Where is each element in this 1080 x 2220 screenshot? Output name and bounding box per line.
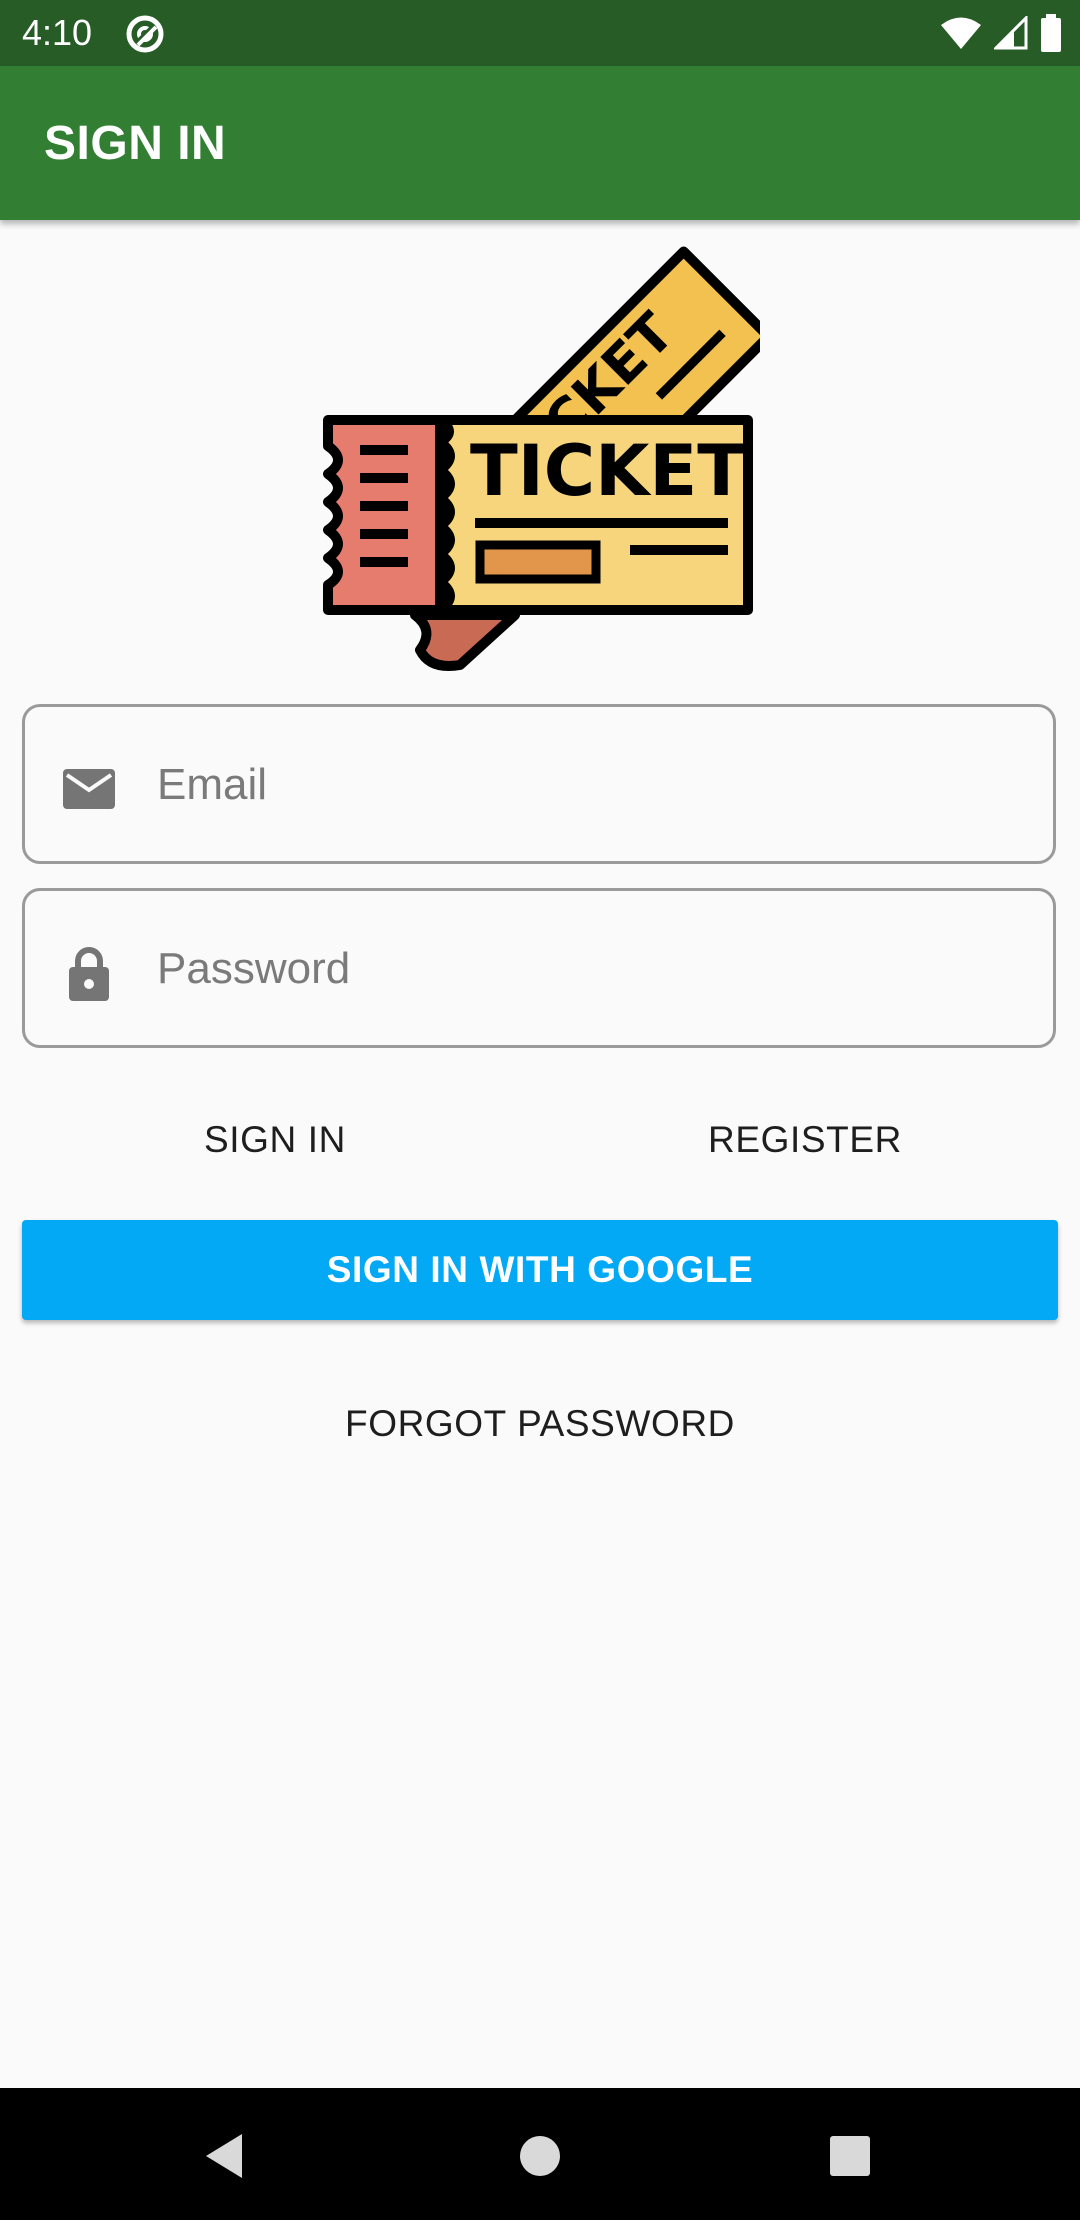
google-sign-in-button[interactable]: SIGN IN WITH GOOGLE (22, 1220, 1058, 1320)
app-notification-icon (126, 15, 164, 53)
email-input[interactable] (155, 707, 1039, 863)
navigation-bar (0, 2088, 1080, 2220)
app-bar: SIGN IN (0, 66, 1080, 220)
email-icon (63, 769, 115, 809)
status-icons (940, 12, 1062, 54)
ticket-logo-icon: CKET TICKET (323, 246, 760, 671)
status-time: 4:10 (22, 12, 93, 53)
signal-icon (994, 16, 1028, 50)
recents-icon[interactable] (822, 2128, 878, 2184)
lock-icon (69, 947, 109, 1001)
front-ticket-text: TICKET (470, 430, 745, 512)
page-title: SIGN IN (44, 117, 227, 170)
sign-in-button[interactable]: SIGN IN (150, 1118, 400, 1162)
password-input[interactable] (155, 891, 1039, 1047)
status-bar: 4:10 (0, 0, 1080, 66)
password-field[interactable] (22, 888, 1056, 1048)
sign-in-screen: 4:10 SIGN IN CKET TICKET Email SIGN IN R… (0, 0, 1080, 2220)
battery-icon (1041, 14, 1061, 52)
register-button[interactable]: REGISTER (680, 1118, 930, 1162)
back-icon[interactable] (198, 2128, 254, 2184)
wifi-icon (941, 17, 981, 49)
forgot-password-button[interactable]: FORGOT PASSWORD (290, 1402, 790, 1446)
home-icon[interactable] (512, 2128, 568, 2184)
email-field[interactable] (22, 704, 1056, 864)
